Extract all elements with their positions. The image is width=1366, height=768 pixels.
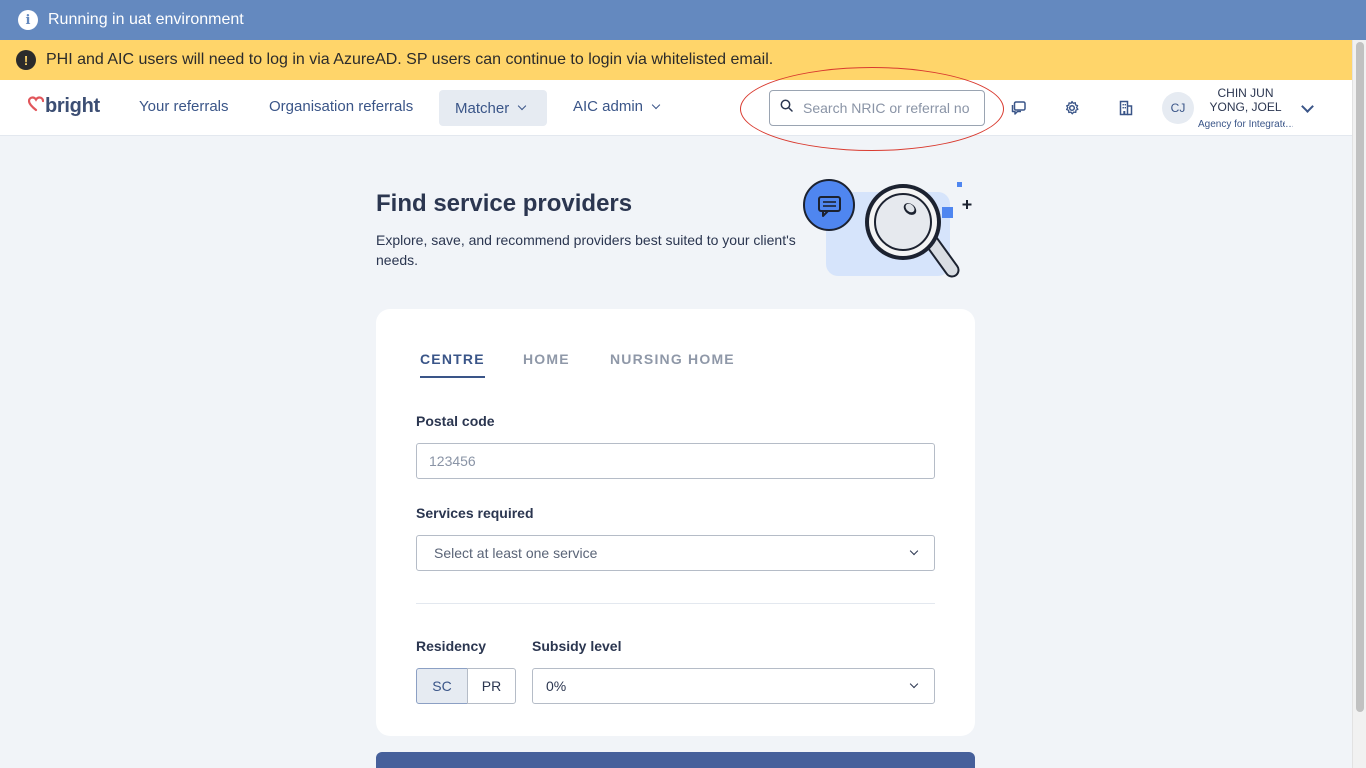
nav-matcher-label: Matcher [455,99,510,117]
search-illustration [800,178,980,293]
form-divider [416,603,935,604]
scrollbar-thumb[interactable] [1356,42,1364,712]
residency-label: Residency [416,638,487,654]
nav-aic-admin-label: AIC admin [573,98,644,115]
tab-centre[interactable]: CENTRE [420,351,485,378]
services-required-label: Services required [416,505,534,521]
chevron-down-icon [909,679,919,689]
nav-aic-admin[interactable]: AIC admin [573,98,661,115]
chat-icon[interactable] [1010,99,1028,117]
user-menu-chevron-icon[interactable] [1301,100,1314,113]
nav-matcher[interactable]: Matcher [439,90,547,126]
avatar[interactable]: CJ [1162,92,1194,124]
user-name[interactable]: CHIN JUN YONG, JOEL [1198,86,1293,114]
page-scrollbar[interactable] [1352,40,1366,768]
user-organisation: Agency for Integrated Care… [1198,119,1293,130]
tab-nursing-home[interactable]: NURSING HOME [610,351,735,367]
residency-pr-button[interactable]: PR [467,668,516,704]
subsidy-level-select[interactable]: 0% [532,668,935,704]
gear-icon[interactable] [1063,99,1081,117]
postal-code-input[interactable] [416,443,935,479]
info-icon: i [18,10,38,30]
search-submit-button[interactable] [376,752,975,768]
heart-logo-icon [27,96,45,117]
nav-organisation-referrals[interactable]: Organisation referrals [269,98,413,115]
page-description: Explore, save, and recommend providers b… [376,232,796,268]
bright-logo[interactable]: bright [27,95,100,118]
top-navbar: bright Your referrals Organisation refer… [0,67,1352,151]
search-form-card: CENTRE HOME NURSING HOME Postal code Ser… [376,309,975,736]
chevron-down-icon [651,100,661,109]
services-required-placeholder: Select at least one service [434,545,598,561]
environment-banner-text: Running in uat environment [48,11,244,28]
logo-text: bright [45,95,100,117]
building-icon[interactable] [1117,99,1135,117]
search-icon [780,99,793,117]
services-required-select[interactable]: Select at least one service [416,535,935,571]
chevron-down-icon [909,546,919,556]
alert-icon: ! [16,50,36,70]
postal-code-label: Postal code [416,413,495,429]
subsidy-level-value: 0% [546,678,567,694]
search-bar[interactable] [769,90,985,126]
residency-sc-button[interactable]: SC [416,668,468,704]
tab-home[interactable]: HOME [523,351,570,367]
search-input[interactable] [803,100,969,116]
nav-your-referrals[interactable]: Your referrals [139,98,229,115]
login-notice-banner: ! PHI and AIC users will need to log in … [0,40,1352,80]
login-notice-text: PHI and AIC users will need to log in vi… [46,51,774,68]
environment-banner: i Running in uat environment [0,0,1366,40]
chevron-down-icon [517,101,527,111]
page-title: Find service providers [376,190,633,217]
subsidy-level-label: Subsidy level [532,638,622,654]
